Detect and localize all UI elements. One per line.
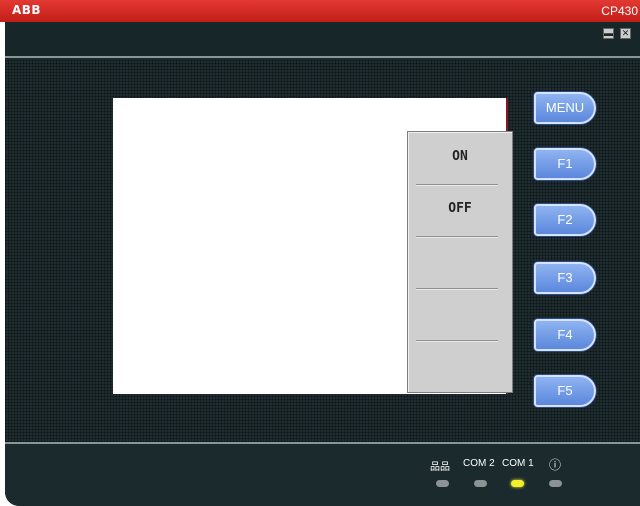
- top-strip: ▬ ✕: [5, 22, 640, 58]
- status-panel: 品品 COM 2 COM 1 ⓘ: [5, 442, 640, 506]
- popup-item-empty[interactable]: [408, 340, 512, 392]
- minimize-icon[interactable]: ▬: [603, 28, 614, 39]
- com2-label: COM 2: [463, 458, 495, 469]
- f2-button[interactable]: F2: [534, 204, 596, 236]
- popup-item-empty[interactable]: [408, 236, 512, 288]
- network-label: 品品: [430, 462, 450, 473]
- network-led: [436, 480, 449, 487]
- popup-item-off[interactable]: OFF: [408, 184, 512, 236]
- f4-button[interactable]: F4: [534, 319, 596, 351]
- com1-label: COM 1: [502, 458, 534, 469]
- power-icon: ⓘ: [549, 458, 562, 472]
- f5-button[interactable]: F5: [534, 375, 596, 407]
- title-bar: ABB CP430: [0, 0, 640, 22]
- popup-item-empty[interactable]: [408, 288, 512, 340]
- popup-item-on[interactable]: ON: [408, 132, 512, 184]
- device-frame: ▬ ✕ ON OFF MENU F1 F2 F3 F4 F5 品品 COM 2 …: [5, 22, 640, 506]
- on-off-popup-menu: ON OFF: [407, 131, 513, 393]
- power-led: [549, 480, 562, 487]
- com2-led: [474, 480, 487, 487]
- f3-button[interactable]: F3: [534, 262, 596, 294]
- f1-button[interactable]: F1: [534, 148, 596, 180]
- close-icon[interactable]: ✕: [620, 28, 631, 39]
- model-name: CP430: [601, 4, 638, 18]
- com1-led: [511, 480, 524, 487]
- brand-logo: ABB: [12, 3, 42, 17]
- front-panel: ON OFF MENU F1 F2 F3 F4 F5: [5, 60, 640, 442]
- menu-button[interactable]: MENU: [534, 92, 596, 124]
